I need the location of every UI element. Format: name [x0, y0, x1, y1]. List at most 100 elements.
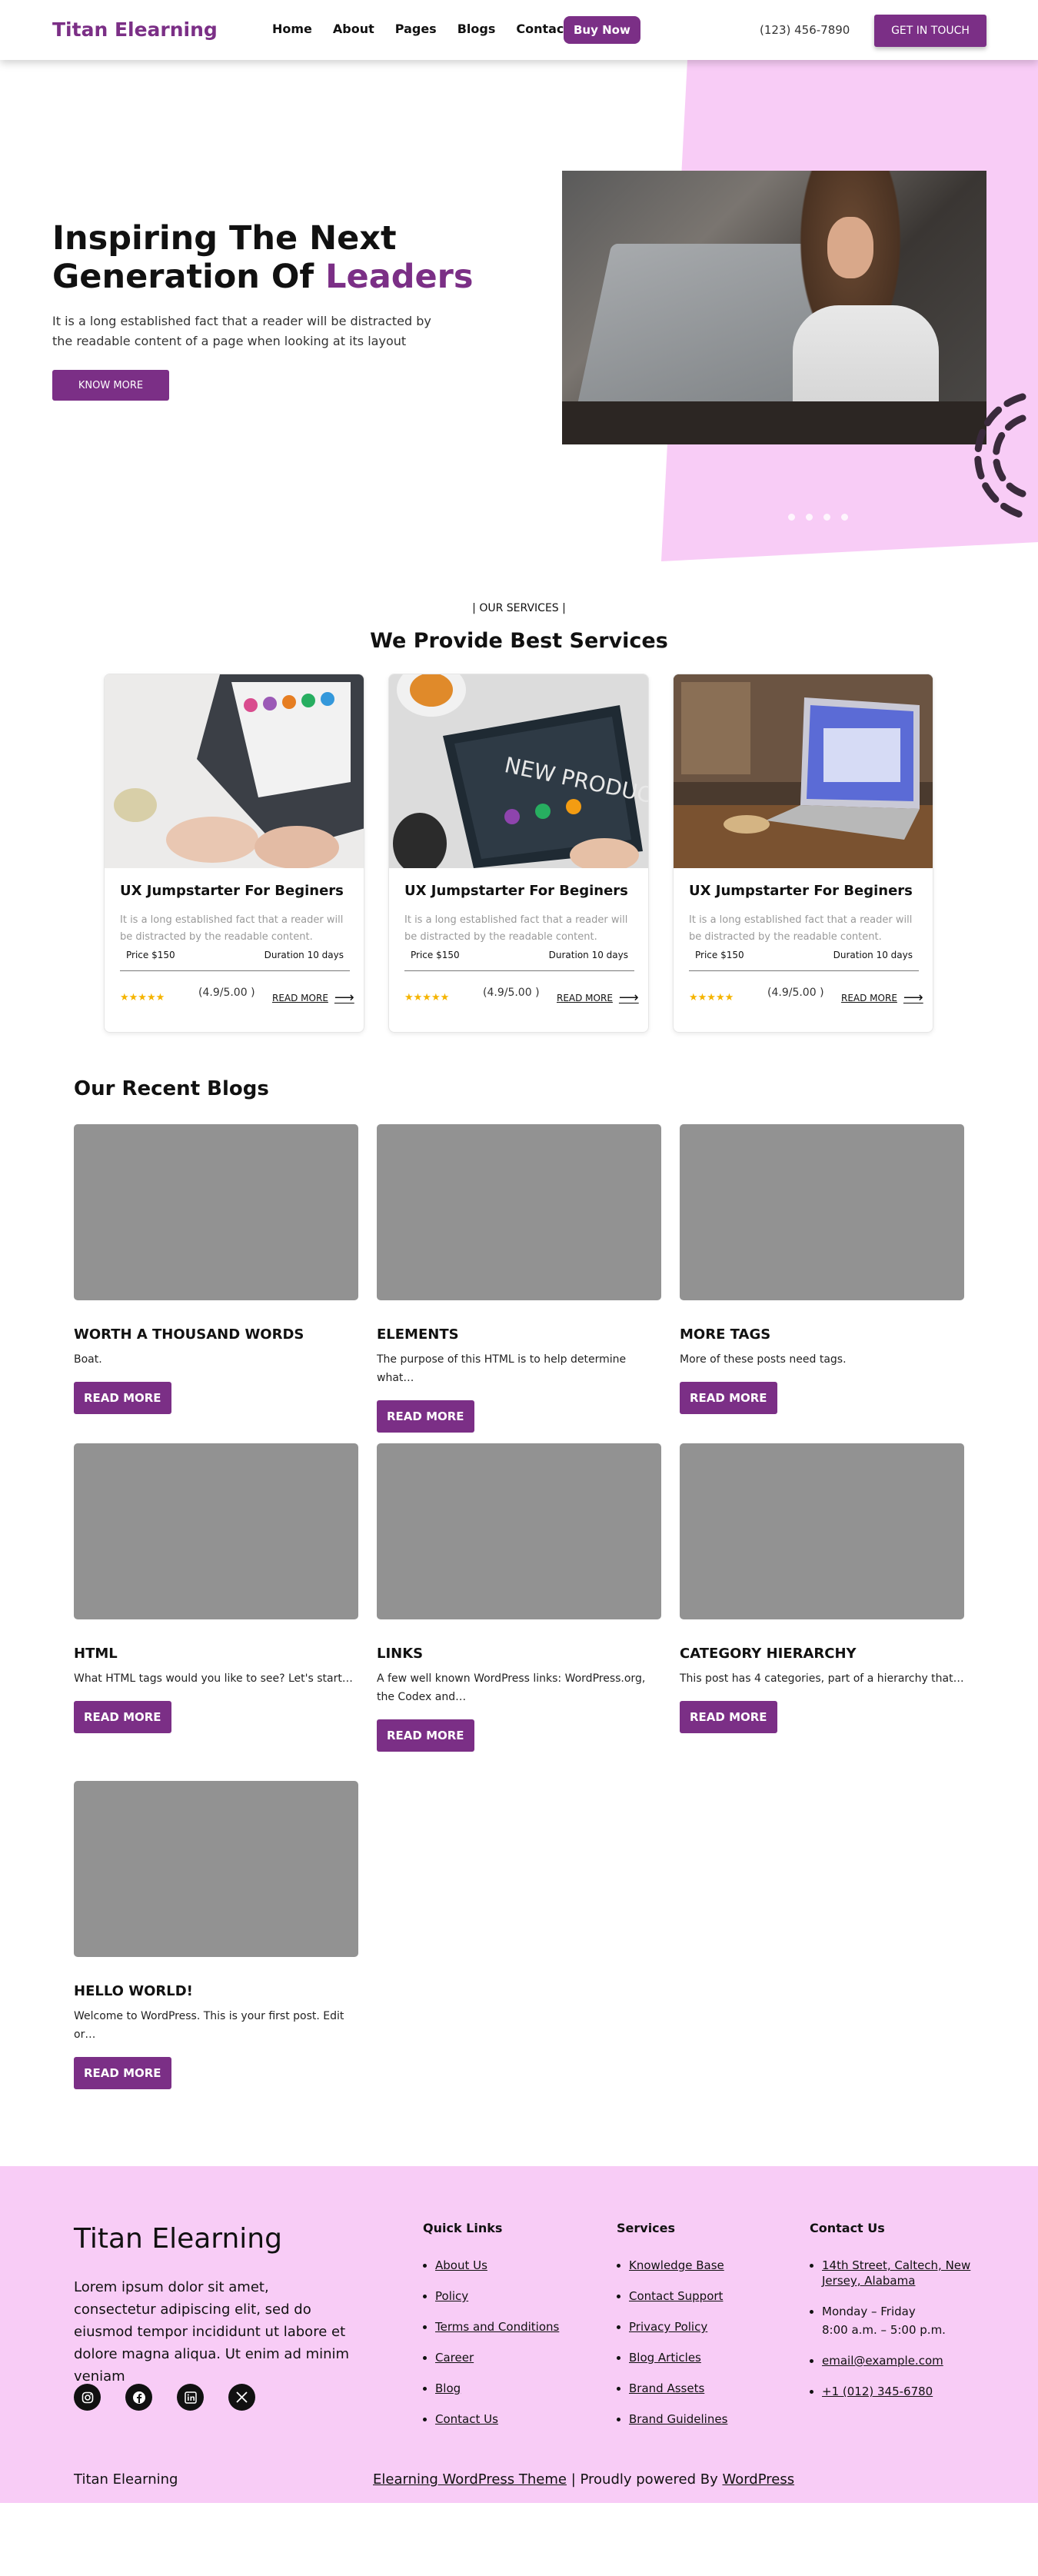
footer-credit: Elearning WordPress Theme | Proudly powe… [373, 2471, 794, 2488]
slider-dot[interactable] [806, 514, 813, 521]
blog-title[interactable]: MORE TAGS [680, 1326, 964, 1343]
blog-read-more-button[interactable]: READ MORE [377, 1719, 474, 1752]
card-read-more-link[interactable]: READ MORE ⟶ [272, 991, 354, 1005]
service-card[interactable]: NEW PRODUCT UX Jumpstarter For Beginers … [388, 674, 649, 1033]
footer-link-brand-guidelines[interactable]: Brand Guidelines [629, 2412, 727, 2426]
nav-pages[interactable]: Pages [395, 22, 437, 36]
blog-thumbnail[interactable] [74, 1124, 358, 1300]
blog-post: HTML What HTML tags would you like to se… [74, 1443, 358, 1733]
hero-title-line1: Inspiring The Next [52, 219, 397, 258]
nav-blogs[interactable]: Blogs [457, 22, 496, 36]
slider-dot[interactable] [841, 514, 848, 521]
card-read-more-link[interactable]: READ MORE ⟶ [557, 990, 639, 1006]
blog-title[interactable]: HELLO WORLD! [74, 1983, 358, 1999]
blog-title[interactable]: ELEMENTS [377, 1326, 661, 1343]
footer-link-contact-us[interactable]: Contact Us [435, 2412, 498, 2426]
star-rating-icon: ★★★★★ [404, 992, 450, 1003]
blog-read-more-button[interactable]: READ MORE [680, 1382, 777, 1414]
blog-thumbnail[interactable] [680, 1124, 964, 1300]
blog-post: LINKS A few well known WordPress links: … [377, 1443, 661, 1752]
blog-thumbnail[interactable] [680, 1443, 964, 1619]
laptop-typing-image [105, 674, 364, 868]
blog-title[interactable]: CATEGORY HIERARCHY [680, 1646, 964, 1662]
buy-now-button[interactable]: Buy Now [564, 16, 640, 44]
blog-read-more-button[interactable]: READ MORE [74, 1701, 171, 1733]
footer-link-contact-support[interactable]: Contact Support [629, 2289, 723, 2303]
footer-link-about-us[interactable]: About Us [435, 2258, 487, 2272]
service-card[interactable]: UX Jumpstarter For Beginers It is a long… [673, 674, 933, 1033]
laptop-desk-image [674, 674, 933, 868]
footer-address-link[interactable]: 14th Street, Caltech, New Jersey, Alabam… [822, 2258, 970, 2288]
blog-excerpt: Boat. [74, 1353, 102, 1366]
blog-title[interactable]: WORTH A THOUSAND WORDS [74, 1326, 358, 1343]
card-read-more-link[interactable]: READ MORE ⟶ [841, 990, 923, 1006]
blog-thumbnail[interactable] [74, 1781, 358, 1957]
wordpress-link[interactable]: WordPress [722, 2471, 794, 2488]
footer-phone-link[interactable]: +1 (012) 345-6780 [822, 2385, 933, 2398]
hero-description: It is a long established fact that a rea… [52, 314, 431, 348]
x-icon[interactable] [228, 2384, 255, 2411]
site-logo[interactable]: Titan Elearning [52, 18, 218, 41]
blog-read-more-button[interactable]: READ MORE [74, 2057, 171, 2089]
service-card[interactable]: UX Jumpstarter For Beginers It is a long… [104, 674, 364, 1033]
linkedin-icon[interactable] [177, 2384, 204, 2411]
footer-email-link[interactable]: email@example.com [822, 2354, 943, 2368]
blog-excerpt: A few well known WordPress links: WordPr… [377, 1672, 646, 1703]
blog-title[interactable]: LINKS [377, 1646, 661, 1662]
card-meta: Price $150 Duration 10 days [404, 950, 634, 971]
social-links [74, 2384, 255, 2411]
blog-excerpt: What HTML tags would you like to see? Le… [74, 1672, 353, 1685]
hero-title-line2: Generation Of [52, 258, 314, 296]
blog-read-more-button[interactable]: READ MORE [377, 1400, 474, 1433]
nav-about[interactable]: About [333, 22, 374, 36]
table-shape [562, 401, 986, 444]
footer-link-terms[interactable]: Terms and Conditions [435, 2320, 559, 2334]
blog-thumbnail[interactable] [377, 1124, 661, 1300]
card-read-more-label: READ MORE [557, 993, 613, 1003]
blog-read-more-button[interactable]: READ MORE [680, 1701, 777, 1733]
footer-link-privacy-policy[interactable]: Privacy Policy [629, 2320, 707, 2334]
footer-link-blog-articles[interactable]: Blog Articles [629, 2351, 701, 2365]
footer-services: Services Knowledge Base Contact Support … [617, 2221, 727, 2442]
facebook-icon[interactable] [125, 2384, 152, 2411]
theme-credit-link[interactable]: Elearning WordPress Theme [373, 2471, 567, 2488]
arrow-right-icon: ⟶ [903, 990, 923, 1006]
star-rating-icon: ★★★★★ [689, 992, 734, 1003]
nav-contact[interactable]: Contact [516, 22, 570, 36]
header-phone[interactable]: (123) 456-7890 [760, 23, 850, 37]
card-price: Price $150 [695, 950, 744, 960]
hero-image [562, 171, 986, 444]
star-rating-icon: ★★★★★ [120, 992, 165, 1003]
footer-quick-links: Quick Links About Us Policy Terms and Co… [423, 2221, 559, 2442]
card-read-more-label: READ MORE [841, 993, 897, 1003]
card-read-more-label: READ MORE [272, 993, 328, 1003]
footer-link-blog[interactable]: Blog [435, 2381, 461, 2395]
nav-home[interactable]: Home [272, 22, 312, 36]
blog-title[interactable]: HTML [74, 1646, 358, 1662]
footer-brand: Titan Elearning [74, 2223, 282, 2255]
card-meta: Price $150 Duration 10 days [689, 950, 919, 971]
blog-post: CATEGORY HIERARCHY This post has 4 categ… [680, 1443, 964, 1733]
slider-dot[interactable] [823, 514, 830, 521]
footer-link-brand-assets[interactable]: Brand Assets [629, 2381, 704, 2395]
instagram-icon[interactable] [74, 2384, 101, 2411]
get-in-touch-button[interactable]: GET IN TOUCH [874, 15, 986, 47]
blog-excerpt: The purpose of this HTML is to help dete… [377, 1353, 627, 1384]
footer-contact: Contact Us 14th Street, Caltech, New Jer… [810, 2221, 979, 2415]
blog-thumbnail[interactable] [377, 1443, 661, 1619]
blog-post: ELEMENTS The purpose of this HTML is to … [377, 1124, 661, 1433]
footer-link-career[interactable]: Career [435, 2351, 474, 2365]
card-title: UX Jumpstarter For Beginers [689, 883, 913, 899]
know-more-button[interactable]: KNOW MORE [52, 370, 169, 401]
arrow-right-icon: ⟶ [618, 990, 639, 1006]
footer-link-policy[interactable]: Policy [435, 2289, 468, 2303]
slider-dot[interactable] [788, 514, 795, 521]
blog-thumbnail[interactable] [74, 1443, 358, 1619]
footer-link-knowledge-base[interactable]: Knowledge Base [629, 2258, 724, 2272]
blog-post: MORE TAGS More of these posts need tags.… [680, 1124, 964, 1414]
tablet-new-product-image: NEW PRODUCT [389, 674, 648, 868]
footer-column-title: Quick Links [423, 2221, 503, 2235]
main-nav: Home About Pages Blogs Contact [272, 22, 570, 36]
blog-read-more-button[interactable]: READ MORE [74, 1382, 171, 1414]
hero-title: Inspiring The Next Generation Of Leaders [52, 219, 473, 296]
